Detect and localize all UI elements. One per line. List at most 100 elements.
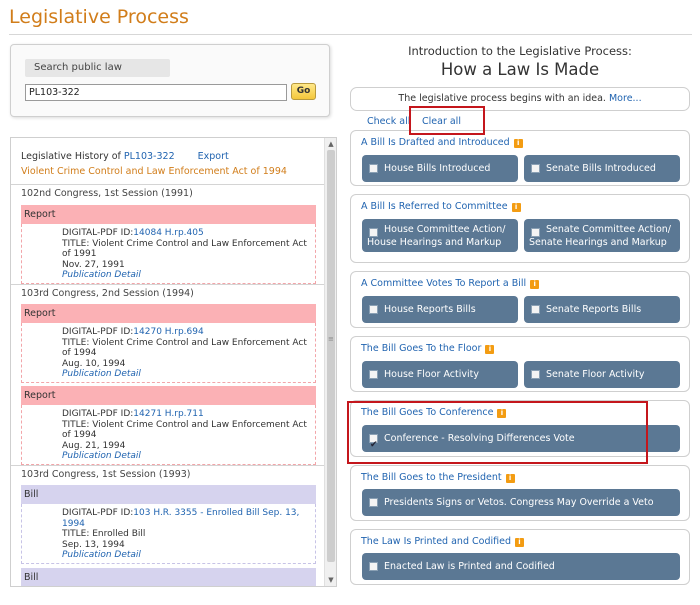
law-link[interactable]: PL103-322	[124, 151, 175, 162]
pdf-id-prefix: DIGITAL-PDF ID:	[62, 409, 134, 419]
button-label: Presidents Signs or Vetos. Congress May …	[384, 497, 654, 508]
step-title-text: The Bill Goes To the Floor	[361, 343, 482, 354]
scrollbar-thumb[interactable]	[327, 150, 335, 562]
step-drafted-introduced: A Bill Is Drafted and Introduced i House …	[350, 130, 690, 186]
more-link[interactable]: More...	[609, 93, 642, 104]
step-goes-to-floor: The Bill Goes To the Floor i House Floor …	[350, 336, 690, 392]
pdf-id-prefix: DIGITAL-PDF ID:	[62, 228, 134, 238]
history-header: Legislative History of PL103-322 Export	[21, 151, 229, 162]
button-label: Enacted Law is Printed and Codified	[384, 561, 555, 572]
info-icon[interactable]: i	[511, 203, 521, 212]
info-icon[interactable]: i	[505, 474, 515, 483]
house-reports-bills-button[interactable]: House Reports Bills	[362, 296, 518, 323]
publication-entry: DIGITAL-PDF ID:103 H.R. 3355 - Enrolled …	[21, 504, 316, 564]
publication-detail-link[interactable]: Publication Detail	[62, 369, 311, 380]
checkbox[interactable]	[369, 164, 378, 173]
button-label-line2: House Hearings and Markup	[367, 237, 502, 248]
publication-detail-link[interactable]: Publication Detail	[62, 451, 311, 462]
info-icon[interactable]: i	[530, 280, 540, 289]
publication-detail-link[interactable]: Publication Detail	[62, 270, 311, 281]
checkbox[interactable]	[369, 305, 378, 314]
checkbox[interactable]	[369, 562, 378, 571]
info-icon[interactable]: i	[513, 139, 523, 148]
button-label: Senate Floor Activity	[546, 369, 645, 380]
checkbox[interactable]	[531, 305, 540, 314]
button-label-line2: Senate Hearings and Markup	[529, 237, 667, 248]
page-title: Legislative Process	[9, 6, 189, 28]
vertical-scrollbar[interactable]: ▲ ≡ ▼	[324, 138, 336, 586]
info-icon[interactable]: i	[514, 538, 524, 547]
house-floor-activity-button[interactable]: House Floor Activity	[362, 361, 518, 388]
publication-title: TITLE: Violent Crime Control and Law Enf…	[62, 238, 307, 260]
pdf-id-link[interactable]: 14271 H.rp.711	[133, 409, 203, 419]
step-referred-committee: A Bill Is Referred to Committee i House C…	[350, 194, 690, 263]
step-title: The Bill Goes to the President i	[361, 472, 515, 483]
legislative-history-panel[interactable]: Legislative History of PL103-322 Export …	[10, 137, 337, 587]
bill-header: Bill	[21, 568, 316, 586]
step-committee-votes: A Committee Votes To Report a Bill i Hous…	[350, 271, 690, 328]
congress-session-header: 102nd Congress, 1st Session (1991)	[11, 184, 325, 203]
check-all-link[interactable]: Check all	[367, 116, 410, 127]
checkbox[interactable]	[369, 498, 378, 507]
report-header: Report	[21, 304, 316, 323]
pdf-id-link[interactable]: 14084 H.rp.405	[133, 228, 203, 238]
step-title-text: The Bill Goes to the President	[361, 472, 502, 483]
button-label: House Floor Activity	[384, 369, 479, 380]
step-title: The Bill Goes To the Floor i	[361, 343, 495, 354]
checkbox[interactable]	[531, 228, 540, 237]
step-title: A Committee Votes To Report a Bill i	[361, 278, 540, 289]
checkbox[interactable]	[531, 370, 540, 379]
button-label: House Bills Introduced	[384, 163, 491, 174]
step-title-text: A Committee Votes To Report a Bill	[361, 278, 527, 289]
congress-session-header: 103rd Congress, 1st Session (1993)	[11, 465, 325, 484]
export-link[interactable]: Export	[198, 151, 229, 162]
senate-floor-activity-button[interactable]: Senate Floor Activity	[524, 361, 680, 388]
bill-header: Bill	[21, 485, 316, 504]
checkbox[interactable]	[369, 370, 378, 379]
president-signs-button[interactable]: Presidents Signs or Vetos. Congress May …	[362, 489, 680, 516]
search-input[interactable]	[25, 84, 287, 101]
step-title: A Bill Is Drafted and Introduced i	[361, 137, 523, 148]
scroll-down-arrow-icon[interactable]: ▼	[325, 574, 336, 586]
publication-detail-link[interactable]: Publication Detail	[62, 550, 311, 561]
step-title: A Bill Is Referred to Committee i	[361, 201, 521, 212]
congress-session-header: 103rd Congress, 2nd Session (1994)	[11, 284, 325, 303]
house-committee-action-button[interactable]: House Committee Action/House Hearings an…	[362, 219, 518, 252]
button-label: House Reports Bills	[384, 304, 476, 315]
act-title: Violent Crime Control and Law Enforcemen…	[21, 166, 287, 177]
publication-title: TITLE: Violent Crime Control and Law Enf…	[62, 337, 307, 359]
step-title-text: A Bill Is Referred to Committee	[361, 201, 508, 212]
publication-date: Nov. 27, 1991	[62, 259, 125, 270]
publication-date: Aug. 10, 1994	[62, 358, 126, 369]
publication-date: Aug. 21, 1994	[62, 440, 126, 451]
button-label: Senate Reports Bills	[546, 304, 642, 315]
search-label: Search public law	[25, 59, 170, 77]
pdf-id-prefix: DIGITAL-PDF ID:	[62, 508, 134, 518]
pdf-id-prefix: DIGITAL-PDF ID:	[62, 327, 134, 337]
senate-reports-bills-button[interactable]: Senate Reports Bills	[524, 296, 680, 323]
title-divider	[9, 34, 692, 35]
publication-entry: DIGITAL-PDF ID:14270 H.rp.694 TITLE: Vio…	[21, 323, 316, 383]
checkbox[interactable]	[531, 164, 540, 173]
go-button[interactable]: Go	[291, 83, 316, 100]
info-icon[interactable]: i	[485, 345, 495, 354]
step-title: The Law Is Printed and Codified i	[361, 536, 524, 547]
publication-date: Sep. 13, 1994	[62, 539, 125, 550]
clear-all-highlight-box	[409, 106, 485, 135]
step-title-text: The Law Is Printed and Codified	[361, 536, 511, 547]
step-title-text: A Bill Is Drafted and Introduced	[361, 137, 510, 148]
conference-highlight-box	[347, 401, 648, 464]
senate-committee-action-button[interactable]: Senate Committee Action/Senate Hearings …	[524, 219, 680, 252]
report-header: Report	[21, 205, 316, 224]
enacted-law-button[interactable]: Enacted Law is Printed and Codified	[362, 553, 680, 580]
checkbox[interactable]	[369, 228, 378, 237]
publication-title: TITLE: Violent Crime Control and Law Enf…	[62, 419, 307, 441]
pdf-id-link[interactable]: 14270 H.rp.694	[133, 327, 203, 337]
publication-entry: DIGITAL-PDF ID:14084 H.rp.405 TITLE: Vio…	[21, 224, 316, 284]
intro-subtitle: Introduction to the Legislative Process:	[408, 44, 632, 58]
scroll-up-arrow-icon[interactable]: ▲	[325, 138, 336, 150]
button-label-line1: Senate Committee Action/	[546, 224, 672, 235]
senate-bills-introduced-button[interactable]: Senate Bills Introduced	[524, 155, 680, 182]
house-bills-introduced-button[interactable]: House Bills Introduced	[362, 155, 518, 182]
step-printed-codified: The Law Is Printed and Codified i Enacted…	[350, 529, 690, 585]
